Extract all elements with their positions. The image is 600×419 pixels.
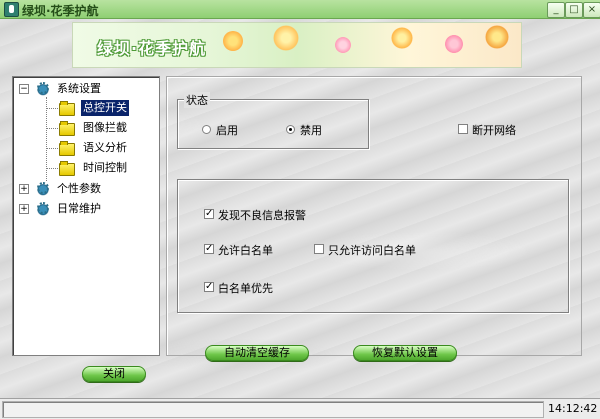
tree-connector xyxy=(46,108,60,109)
flower-icon xyxy=(273,25,299,51)
whitelist-priority-checkbox[interactable]: ✓ xyxy=(204,282,214,292)
restore-defaults-button[interactable]: 恢复默认设置 xyxy=(353,345,457,361)
banner: 绿坝·花季护航 xyxy=(72,22,522,68)
tree-item-label: 图像拦截 xyxy=(83,121,127,134)
status-group-title: 状态 xyxy=(184,92,210,108)
disable-radio[interactable] xyxy=(286,125,295,134)
banner-title: 绿坝·花季护航 xyxy=(97,39,207,58)
collapse-icon[interactable]: − xyxy=(19,84,29,94)
tree-item-label: 总控开关 xyxy=(81,100,129,116)
close-window-button[interactable]: × xyxy=(583,2,600,18)
status-time: 14:12:42 xyxy=(548,402,598,415)
enable-label: 启用 xyxy=(216,124,238,137)
options-group: ✓ 发现不良信息报警 ✓ 允许白名单 只允许访问白名单 ✓ 白名单优先 xyxy=(177,179,569,313)
folder-icon xyxy=(59,121,75,136)
status-message-pane xyxy=(2,401,544,418)
tree-connector xyxy=(46,128,60,129)
expand-icon[interactable]: + xyxy=(19,184,29,194)
report-bad-info-checkbox[interactable]: ✓ xyxy=(204,209,214,219)
status-bar: 14:12:42 xyxy=(0,398,600,419)
flower-icon xyxy=(335,37,351,53)
title-bar[interactable]: 绿坝·花季护航 _ □ × xyxy=(0,0,600,19)
disconnect-network-checkbox[interactable] xyxy=(458,124,468,134)
report-bad-info-label: 发现不良信息报警 xyxy=(218,209,306,222)
disable-label: 禁用 xyxy=(300,124,322,137)
gear-icon xyxy=(35,202,51,216)
tree-item-label: 个性参数 xyxy=(57,182,101,195)
disconnect-network-label: 断开网络 xyxy=(472,124,516,137)
allow-whitelist-label: 允许白名单 xyxy=(218,244,273,257)
only-whitelist-label: 只允许访问白名单 xyxy=(328,244,416,257)
gear-icon xyxy=(35,182,51,196)
flower-icon xyxy=(445,35,463,53)
minimize-button[interactable]: _ xyxy=(547,2,565,18)
tree-item-label: 系统设置 xyxy=(57,82,101,95)
window-title: 绿坝·花季护航 xyxy=(22,4,99,18)
tree-connector xyxy=(46,168,60,169)
settings-tree[interactable]: − 系统设置 总控开关 图像拦截 语义分析 时间控制 + 个性参数 + 日常维护 xyxy=(12,76,160,356)
status-group: 状态 启用 禁用 xyxy=(177,92,369,149)
flower-icon xyxy=(223,31,243,51)
tree-item-label: 日常维护 xyxy=(57,202,101,215)
tree-connector xyxy=(46,148,60,149)
close-button[interactable]: 关闭 xyxy=(82,366,146,382)
auto-clear-cache-button[interactable]: 自动清空缓存 xyxy=(205,345,309,361)
maximize-button[interactable]: □ xyxy=(565,2,583,18)
tree-item-label: 语义分析 xyxy=(83,141,127,154)
folder-icon xyxy=(59,161,75,176)
flower-icon xyxy=(485,25,509,49)
enable-radio[interactable] xyxy=(202,125,211,134)
gear-icon xyxy=(35,82,51,96)
folder-icon xyxy=(59,101,75,116)
allow-whitelist-checkbox[interactable]: ✓ xyxy=(204,244,214,254)
whitelist-priority-label: 白名单优先 xyxy=(218,282,273,295)
tree-item-label: 时间控制 xyxy=(83,161,127,174)
app-shield-icon xyxy=(4,2,19,17)
expand-icon[interactable]: + xyxy=(19,204,29,214)
flower-icon xyxy=(391,27,413,49)
only-whitelist-checkbox[interactable] xyxy=(314,244,324,254)
settings-panel: 状态 启用 禁用 断开网络 ✓ 发现不良信息报警 ✓ 允许白名单 只允许访问白名… xyxy=(166,76,582,361)
folder-icon xyxy=(59,141,75,156)
